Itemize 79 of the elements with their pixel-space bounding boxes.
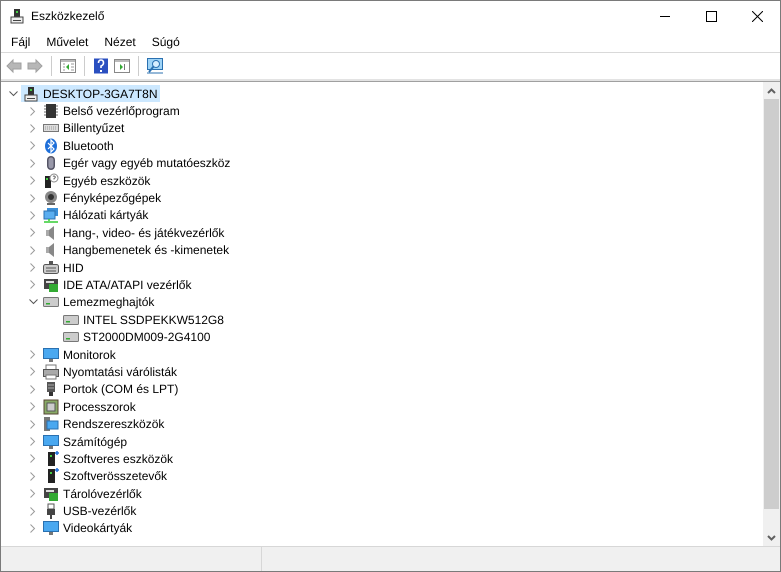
- expand-chevron-icon[interactable]: [30, 176, 36, 186]
- expand-chevron-icon[interactable]: [30, 524, 36, 533]
- tree-item[interactable]: Processzorok: [41, 398, 139, 416]
- expand-chevron-icon[interactable]: [30, 506, 36, 516]
- tree-item[interactable]: Lemezmeghajtók: [41, 294, 158, 311]
- tree-item[interactable]: DESKTOP-3GA7T8N: [21, 85, 160, 102]
- play-window-icon[interactable]: [113, 57, 131, 75]
- expand-chevron-icon[interactable]: [30, 158, 36, 168]
- tree-item[interactable]: Rendszereszközök: [41, 416, 168, 433]
- expand-chevron-icon[interactable]: [30, 124, 36, 133]
- device-icon: [43, 434, 59, 450]
- expand-chevron-icon[interactable]: [30, 472, 36, 481]
- properties-icon[interactable]: [59, 57, 77, 75]
- expand-chevron-icon[interactable]: [30, 228, 36, 238]
- tree-item[interactable]: Belső vezérlőprogram: [41, 102, 183, 120]
- tree-item[interactable]: HID: [41, 259, 87, 276]
- device-icon: [43, 207, 59, 224]
- expand-chevron-icon[interactable]: [30, 489, 36, 498]
- scroll-thumb[interactable]: [764, 99, 779, 509]
- window-title: Eszközkezelő: [31, 9, 104, 23]
- tree-item[interactable]: INTEL SSDPEKKW512G8: [61, 311, 227, 328]
- expand-chevron-icon[interactable]: [30, 384, 36, 394]
- tree-item[interactable]: Videokártyák: [41, 520, 136, 537]
- help-icon[interactable]: [92, 57, 110, 75]
- tree-item[interactable]: Hálózati kártyák: [41, 206, 152, 224]
- expand-chevron-icon[interactable]: [30, 246, 36, 255]
- tree-item[interactable]: Monitorok: [41, 346, 119, 364]
- expand-chevron-icon[interactable]: [30, 420, 36, 429]
- menu-item[interactable]: Súgó: [144, 34, 188, 48]
- maximize-icon[interactable]: [706, 10, 716, 22]
- expand-chevron-icon[interactable]: [30, 263, 36, 272]
- tree-item[interactable]: USB-vezérlők: [41, 502, 140, 520]
- collapse-chevron-icon[interactable]: [28, 299, 38, 306]
- device-icon: [43, 103, 59, 120]
- tree-item[interactable]: Szoftverösszetevők: [41, 468, 170, 485]
- tree-item[interactable]: IDE ATA/ATAPI vezérlők: [41, 276, 194, 294]
- tree-item[interactable]: Hang-, video- és játékvezérlők: [41, 224, 228, 242]
- device-icon: [43, 260, 59, 276]
- tree-item[interactable]: ST2000DM009-2G4100: [61, 328, 214, 346]
- device-icon: [43, 276, 59, 293]
- tree-item[interactable]: Billentyűzet: [41, 120, 128, 137]
- tree-item[interactable]: Fényképezőgépek: [41, 190, 164, 207]
- tree-item[interactable]: Nyomtatási várólisták: [41, 363, 180, 380]
- device-icon: [43, 486, 59, 502]
- device-icon: [43, 172, 59, 189]
- expand-chevron-icon[interactable]: [30, 402, 36, 412]
- scrollbar[interactable]: [763, 82, 780, 546]
- monitor-magnifier-icon[interactable]: [146, 57, 164, 75]
- close-icon[interactable]: [752, 10, 762, 22]
- expand-chevron-icon[interactable]: [30, 141, 36, 150]
- tree-item[interactable]: Szoftveres eszközök: [41, 450, 176, 468]
- menu-item[interactable]: Nézet: [96, 34, 144, 48]
- device-icon: [43, 520, 59, 536]
- expand-chevron-icon[interactable]: [30, 210, 36, 220]
- tree-item[interactable]: Bluetooth: [41, 137, 117, 154]
- expand-chevron-icon[interactable]: [30, 454, 36, 464]
- device-icon: [43, 190, 59, 206]
- expand-chevron-icon[interactable]: [30, 194, 36, 203]
- device-icon: [43, 346, 59, 363]
- tree-item[interactable]: Egyéb eszközök: [41, 172, 154, 190]
- menu-item[interactable]: Művelet: [38, 34, 96, 48]
- tree-item[interactable]: Számítógép: [41, 433, 130, 450]
- device-icon: [23, 86, 39, 102]
- expand-chevron-icon[interactable]: [30, 280, 36, 290]
- menu-item[interactable]: Fájl: [3, 34, 38, 48]
- expand-chevron-icon[interactable]: [30, 106, 36, 116]
- collapse-chevron-icon[interactable]: [8, 90, 18, 97]
- expand-chevron-icon[interactable]: [30, 350, 36, 360]
- tree-item[interactable]: Hangbemenetek és -kimenetek: [41, 242, 232, 259]
- device-icon: [43, 416, 59, 432]
- tree-item[interactable]: Egér vagy egyéb mutatóeszköz: [41, 154, 234, 172]
- app-icon: [9, 8, 25, 24]
- expand-chevron-icon[interactable]: [30, 437, 36, 446]
- device-icon: [43, 138, 59, 154]
- device-icon: [43, 364, 59, 380]
- device-icon: [43, 398, 59, 415]
- expand-chevron-icon[interactable]: [30, 367, 36, 376]
- tree-item[interactable]: Portok (COM és LPT): [41, 380, 182, 398]
- tree-item[interactable]: Tárolóvezérlők: [41, 485, 145, 502]
